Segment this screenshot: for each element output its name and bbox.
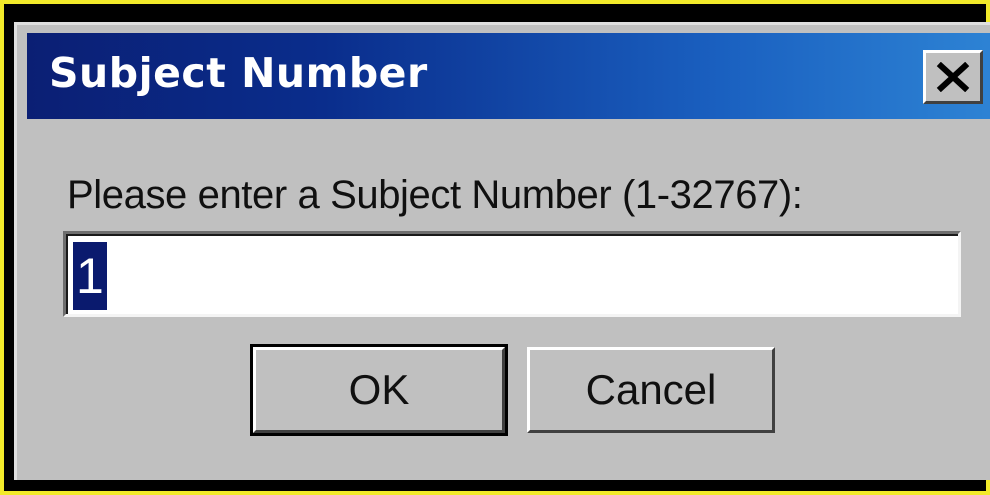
input-selected-value[interactable]: 1 xyxy=(73,242,107,310)
close-icon xyxy=(936,62,970,92)
dialog-title: Subject Number xyxy=(49,49,428,97)
subject-number-dialog: Subject Number Please enter a Subject Nu… xyxy=(14,22,990,480)
close-button[interactable] xyxy=(923,50,983,104)
ok-button[interactable]: OK xyxy=(250,344,508,436)
title-bar[interactable]: Subject Number xyxy=(27,33,990,119)
cancel-button[interactable]: Cancel xyxy=(527,347,775,433)
prompt-label: Please enter a Subject Number (1-32767): xyxy=(67,173,803,217)
subject-number-input[interactable]: 1 xyxy=(63,231,961,317)
